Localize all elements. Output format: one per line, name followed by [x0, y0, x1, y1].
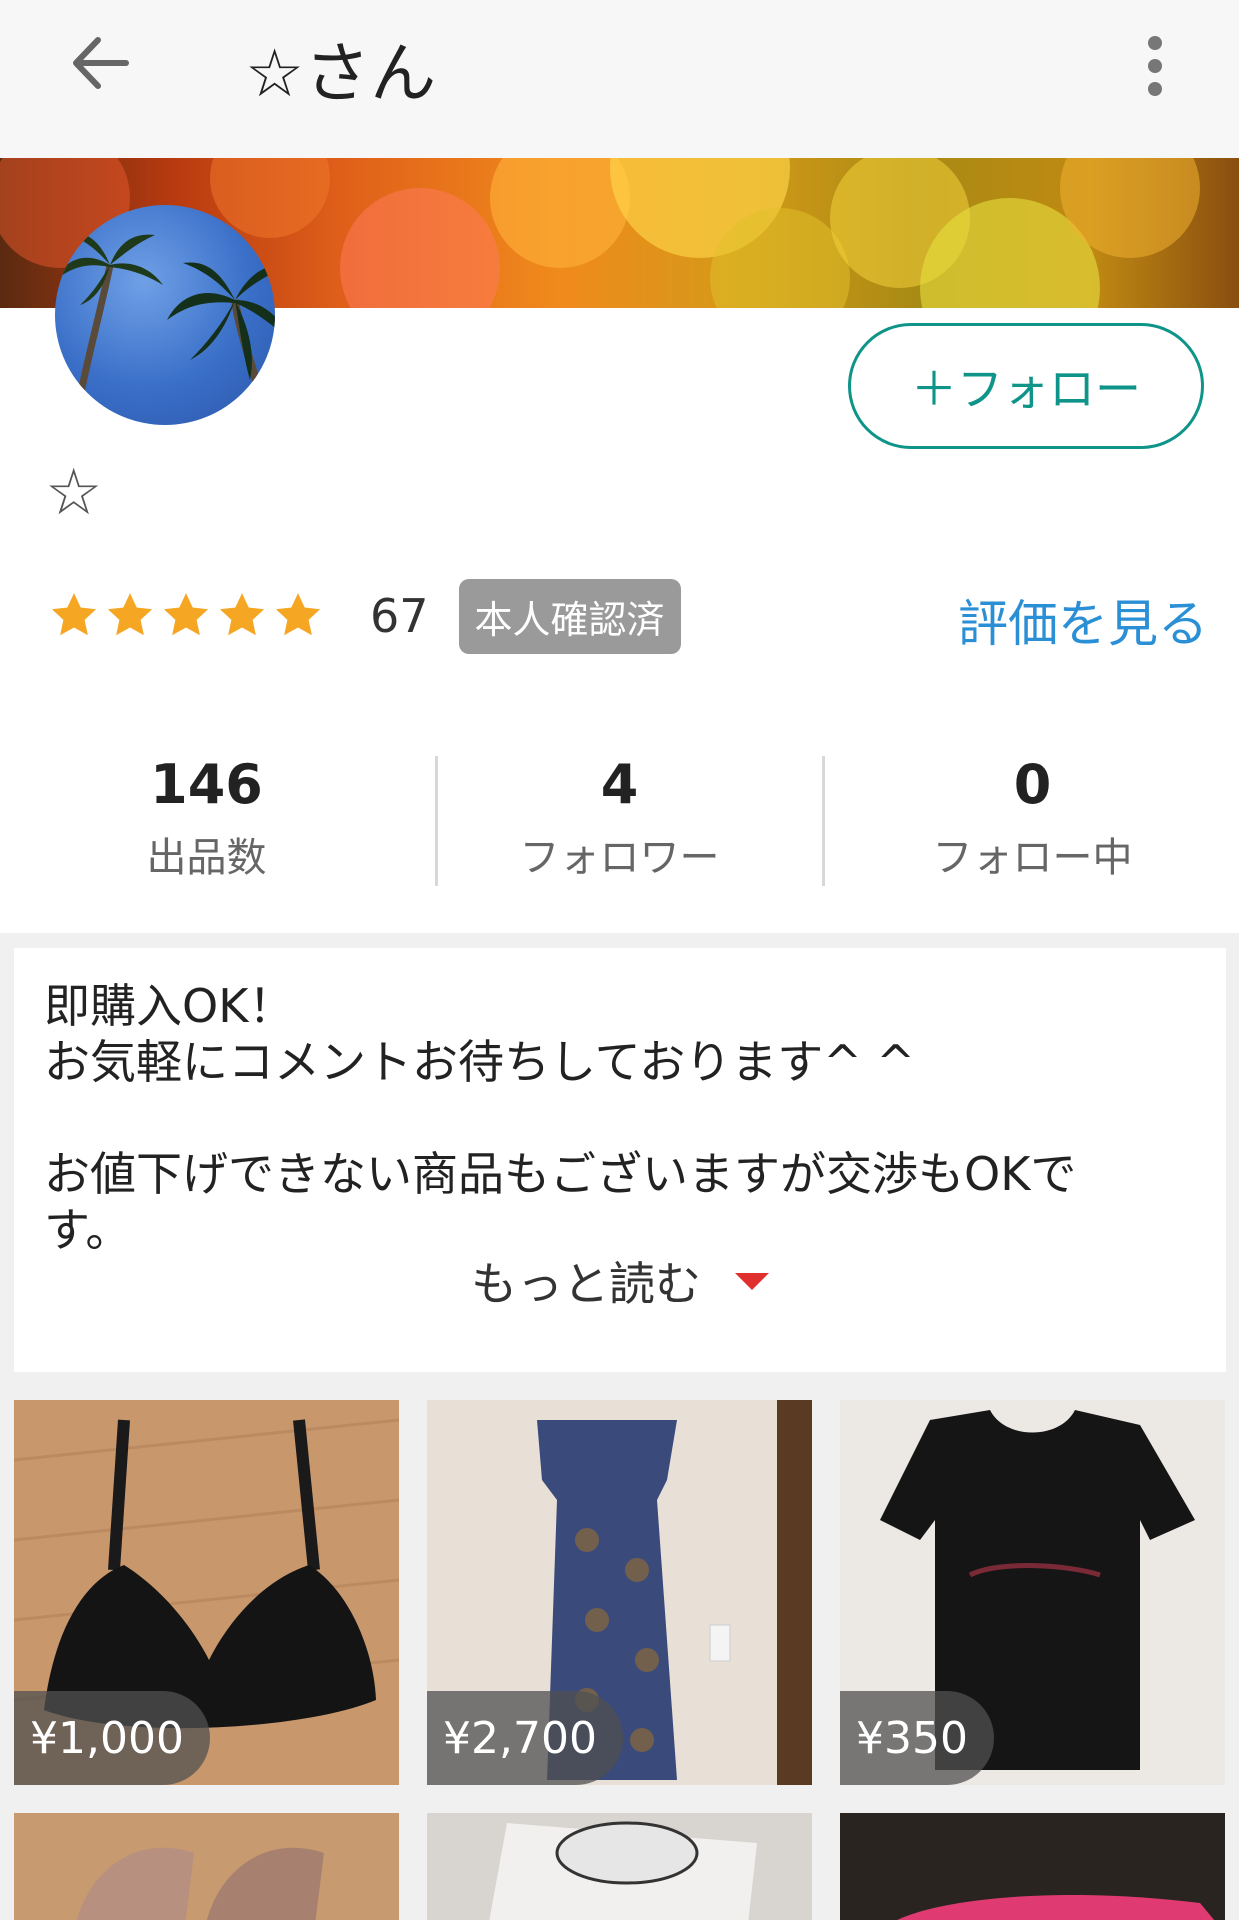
back-button[interactable]	[60, 28, 140, 98]
bio-text: 即購入OK！ お気軽にコメントお待ちしております^ ^ お値下げできない商品もご…	[44, 979, 1077, 1257]
stat-label: フォロワー	[519, 835, 720, 882]
stat-followers[interactable]: 4 フォロワー	[413, 748, 826, 888]
app-bar: ☆さん	[0, 0, 1239, 158]
divider	[435, 756, 438, 886]
avatar	[55, 205, 275, 425]
caret-down-icon	[735, 1272, 769, 1290]
star-icon	[275, 593, 321, 636]
more-vert-icon	[1148, 36, 1162, 50]
item-image-package	[427, 1813, 812, 1920]
rating-stars	[48, 591, 324, 641]
stat-label: 出品数	[146, 835, 267, 882]
read-more-label: もっと読む	[471, 1257, 701, 1311]
user-name: ☆	[45, 456, 103, 530]
stat-following[interactable]: 0 フォロー中	[826, 748, 1239, 888]
page-title: ☆さん	[245, 35, 437, 112]
arrow-left-icon	[73, 37, 129, 89]
item-image-shoes	[14, 1813, 399, 1920]
star-icon	[163, 593, 209, 636]
star-icon	[107, 593, 153, 636]
follow-button[interactable]: ＋フォロー	[848, 323, 1204, 449]
item-tile[interactable]	[14, 1813, 399, 1920]
item-price: ¥2,700	[427, 1691, 623, 1785]
rating-count: 67	[370, 589, 429, 643]
see-reviews-link[interactable]: 評価を見る	[958, 584, 1208, 656]
item-price: ¥1,000	[14, 1691, 210, 1785]
stat-value: 4	[600, 752, 639, 816]
star-icon	[219, 593, 265, 636]
item-price: ¥350	[840, 1691, 994, 1785]
item-tile[interactable]: ¥1,000	[14, 1400, 399, 1785]
item-image-wallet	[840, 1813, 1225, 1920]
stat-label: フォロー中	[932, 835, 1133, 882]
stat-value: 0	[1013, 752, 1052, 816]
star-icon	[51, 593, 97, 636]
item-tile[interactable]: ¥2,700	[427, 1400, 812, 1785]
item-tile[interactable]	[427, 1813, 812, 1920]
stat-listings[interactable]: 146 出品数	[0, 748, 413, 888]
stat-value: 146	[150, 752, 263, 816]
palm-tree-image	[55, 232, 275, 425]
rating-row: 67 本人確認済 評価を見る	[48, 576, 1208, 656]
item-tile[interactable]: ¥350	[840, 1400, 1225, 1785]
divider	[822, 756, 825, 886]
item-tile[interactable]	[840, 1813, 1225, 1920]
more-options-button[interactable]	[1130, 26, 1180, 106]
stats-row: 146 出品数 4 フォロワー 0 フォロー中	[0, 748, 1239, 888]
bio-card: 即購入OK！ お気軽にコメントお待ちしております^ ^ お値下げできない商品もご…	[14, 948, 1226, 1372]
read-more-button[interactable]: もっと読む	[14, 1248, 1226, 1314]
verified-badge: 本人確認済	[458, 578, 681, 654]
